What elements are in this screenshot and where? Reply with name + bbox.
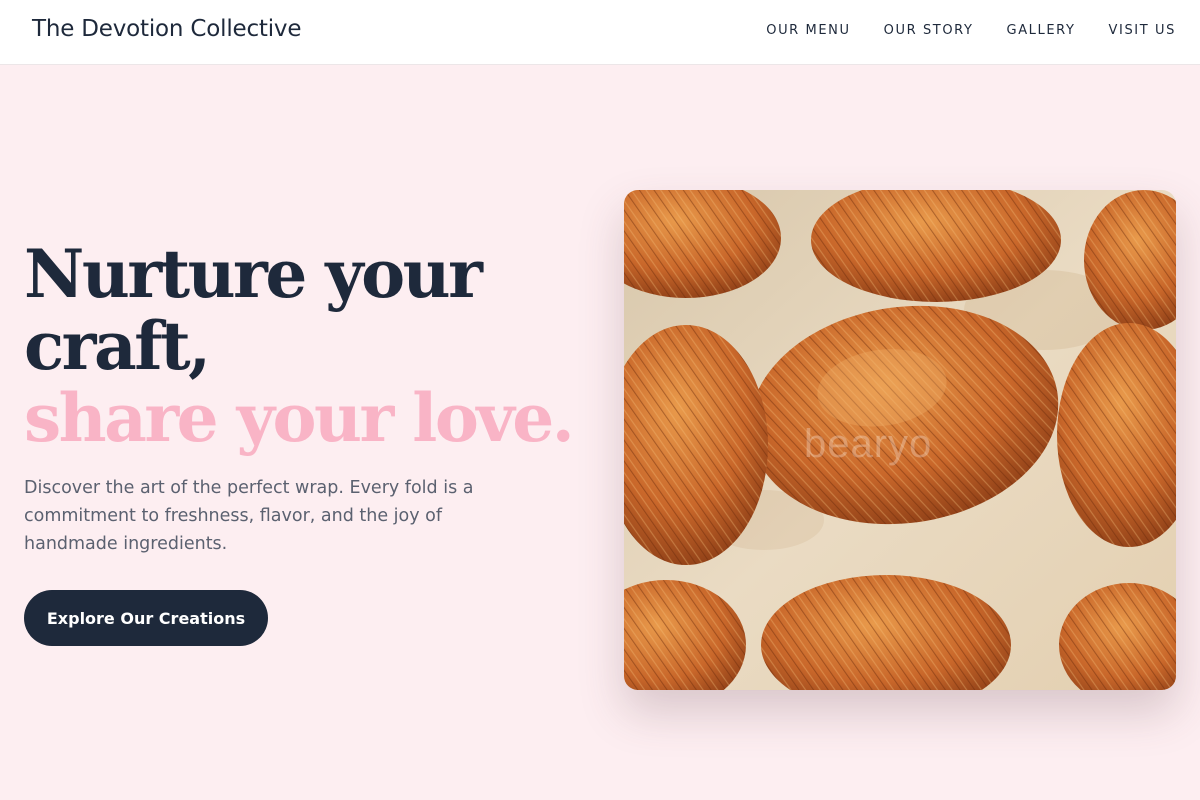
hero-headline: Nurture your craft, share your love. (24, 238, 584, 454)
headline-line-2: craft, (24, 307, 211, 385)
nav-links: OUR MENU OUR STORY GALLERY VISIT US (766, 23, 1176, 38)
croissant-photo: bearyo (624, 190, 1176, 690)
hero-description: Discover the art of the perfect wrap. Ev… (24, 478, 474, 554)
image-watermark: bearyo (804, 422, 933, 466)
hero-section: Nurture your craft, share your love. Dis… (0, 65, 1200, 800)
nav-link-our-menu[interactable]: OUR MENU (766, 23, 850, 38)
top-nav: The Devotion Collective OUR MENU OUR STO… (0, 0, 1200, 65)
headline-accent: share your love. (24, 379, 575, 457)
brand-logo[interactable]: The Devotion Collective (32, 16, 301, 42)
nav-link-our-story[interactable]: OUR STORY (884, 23, 974, 38)
nav-link-visit-us[interactable]: VISIT US (1109, 23, 1176, 38)
headline-line-1: Nurture your (24, 235, 483, 313)
explore-creations-button[interactable]: Explore Our Creations (24, 590, 268, 646)
nav-link-gallery[interactable]: GALLERY (1007, 23, 1076, 38)
